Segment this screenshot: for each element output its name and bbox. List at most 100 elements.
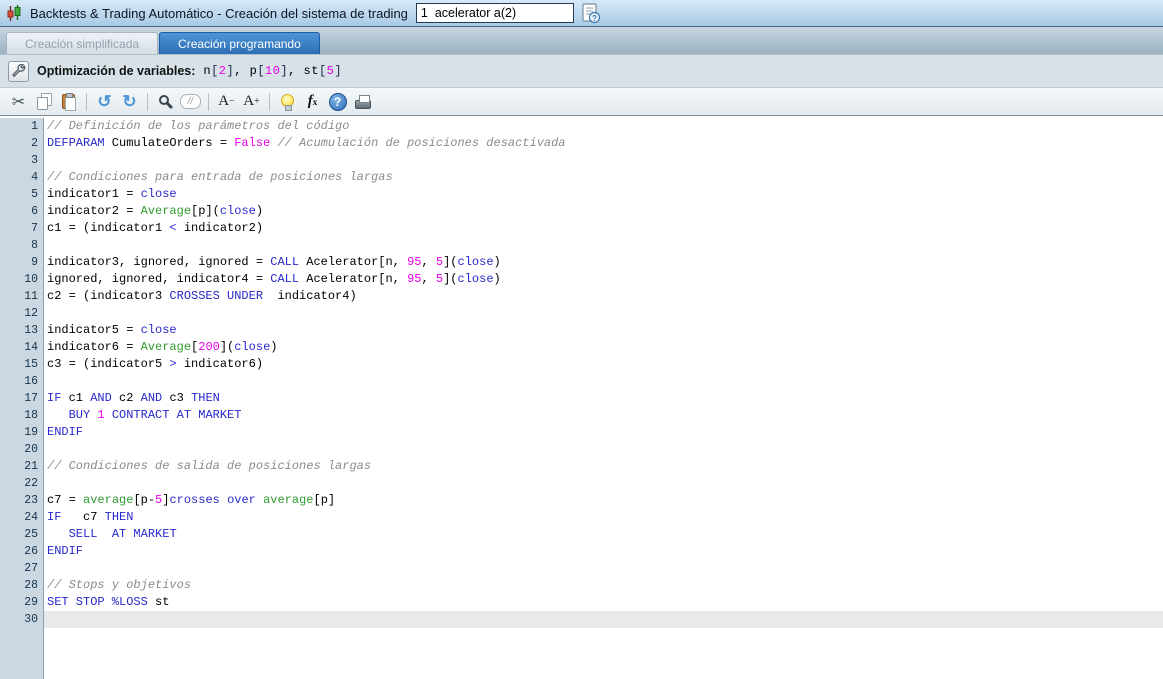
code-line: IF c1 AND c2 AND c3 THEN: [44, 390, 1163, 407]
code-line: // Definición de los parámetros del códi…: [44, 118, 1163, 135]
code-token: ): [270, 340, 278, 354]
paste-icon[interactable]: [56, 90, 81, 114]
candlestick-chart-icon: [7, 4, 21, 21]
code-token: [p](: [191, 204, 220, 218]
code-line: [44, 611, 1163, 628]
line-number: 12: [0, 305, 44, 322]
cut-icon[interactable]: ✂: [6, 90, 31, 114]
font-increase-icon[interactable]: A +: [239, 90, 264, 114]
print-icon[interactable]: [350, 90, 375, 114]
line-number: 20: [0, 441, 44, 458]
line-number: 16: [0, 373, 44, 390]
code-token: close: [219, 204, 256, 218]
code-token: c7 =: [47, 493, 84, 507]
code-token: ](: [219, 340, 235, 354]
backtests-window: Backtests & Trading Automático - Creació…: [0, 0, 1163, 679]
font-decrease-icon[interactable]: A −: [214, 90, 239, 114]
hint-icon[interactable]: [275, 90, 300, 114]
line-number: 14: [0, 339, 44, 356]
code-token: crosses over: [169, 493, 256, 507]
code-row: 2 DEFPARAM CumulateOrders = False // Acum…: [0, 135, 1163, 152]
code-row: 6 indicator2 = Average[p](close): [0, 203, 1163, 220]
tab-creacion-programando[interactable]: Creación programando: [159, 32, 320, 54]
code-token: 2: [218, 64, 227, 78]
line-number: 5: [0, 186, 44, 203]
undo-icon[interactable]: ↺: [92, 90, 117, 114]
code-line: ignored, ignored, indicator4 = CALL Acel…: [44, 271, 1163, 288]
wrench-icon: [11, 64, 25, 77]
editor-filler: [0, 628, 1163, 679]
code-token: ](: [443, 255, 458, 269]
code-line: indicator2 = Average[p](close): [44, 203, 1163, 220]
line-number: 8: [0, 237, 44, 254]
code-token: [: [318, 64, 327, 78]
line-number: 2: [0, 135, 44, 152]
copy-icon[interactable]: [31, 90, 56, 114]
code-token: close: [234, 340, 271, 354]
code-token: Acelerator[n,: [299, 255, 408, 269]
toolbar-separator: [269, 92, 270, 111]
code-token: indicator6 =: [47, 340, 141, 354]
code-token: ): [493, 272, 501, 286]
code-token: <: [169, 221, 177, 235]
optimize-variables-button[interactable]: [8, 60, 29, 82]
code-line: c7 = average[p-5]crosses over average[p]: [44, 492, 1163, 509]
code-line: ENDIF: [44, 424, 1163, 441]
line-number: 21: [0, 458, 44, 475]
search-icon[interactable]: [153, 90, 178, 114]
code-row: 30: [0, 611, 1163, 628]
code-line: IF c7 THEN: [44, 509, 1163, 526]
help-icon[interactable]: ?: [325, 90, 350, 114]
code-token: Average: [140, 204, 192, 218]
code-token: ,: [421, 255, 436, 269]
code-token: IF: [47, 391, 62, 405]
line-number: 3: [0, 152, 44, 169]
line-number: 23: [0, 492, 44, 509]
code-token: c1: [61, 391, 91, 405]
code-token: THEN: [104, 510, 134, 524]
code-token: , st: [288, 64, 319, 78]
code-token: CALL: [270, 255, 300, 269]
comment-icon[interactable]: //: [178, 90, 203, 114]
code-token: 1: [97, 408, 105, 422]
redo-icon[interactable]: ↻: [117, 90, 142, 114]
code-token: close: [457, 272, 494, 286]
code-token: [p]: [313, 493, 336, 507]
line-number: 4: [0, 169, 44, 186]
line-number: 26: [0, 543, 44, 560]
code-line: c1 = (indicator1 < indicator2): [44, 220, 1163, 237]
code-token: [p-: [133, 493, 156, 507]
code-row: 22: [0, 475, 1163, 492]
document-help-icon[interactable]: ?: [581, 2, 601, 24]
code-token: indicator6): [176, 357, 264, 371]
tab-creacion-simplificada[interactable]: Creación simplificada: [6, 32, 159, 54]
code-row: 16: [0, 373, 1163, 390]
code-token: c1 = (indicator1: [47, 221, 170, 235]
line-number: 18: [0, 407, 44, 424]
code-line: SET STOP %LOSS st: [44, 594, 1163, 611]
line-number: 25: [0, 526, 44, 543]
code-row: 3: [0, 152, 1163, 169]
toolbar-separator: [147, 92, 148, 111]
system-name-input[interactable]: [415, 3, 574, 23]
code-row: 25 SELL AT MARKET: [0, 526, 1163, 543]
insert-function-icon[interactable]: fx: [300, 90, 325, 114]
code-line: indicator3, ignored, ignored = CALL Acel…: [44, 254, 1163, 271]
code-line: indicator1 = close: [44, 186, 1163, 203]
code-row: 29 SET STOP %LOSS st: [0, 594, 1163, 611]
code-token: [: [211, 64, 219, 78]
code-token: indicator4): [263, 289, 357, 303]
code-row: 5 indicator1 = close: [0, 186, 1163, 203]
code-row: 27: [0, 560, 1163, 577]
code-row: 26 ENDIF: [0, 543, 1163, 560]
code-token: CROSSES UNDER: [169, 289, 264, 303]
code-token: ]: [334, 64, 343, 78]
code-filler: [44, 628, 1163, 679]
code-editor[interactable]: 1 // Definición de los parámetros del cód…: [0, 116, 1163, 679]
